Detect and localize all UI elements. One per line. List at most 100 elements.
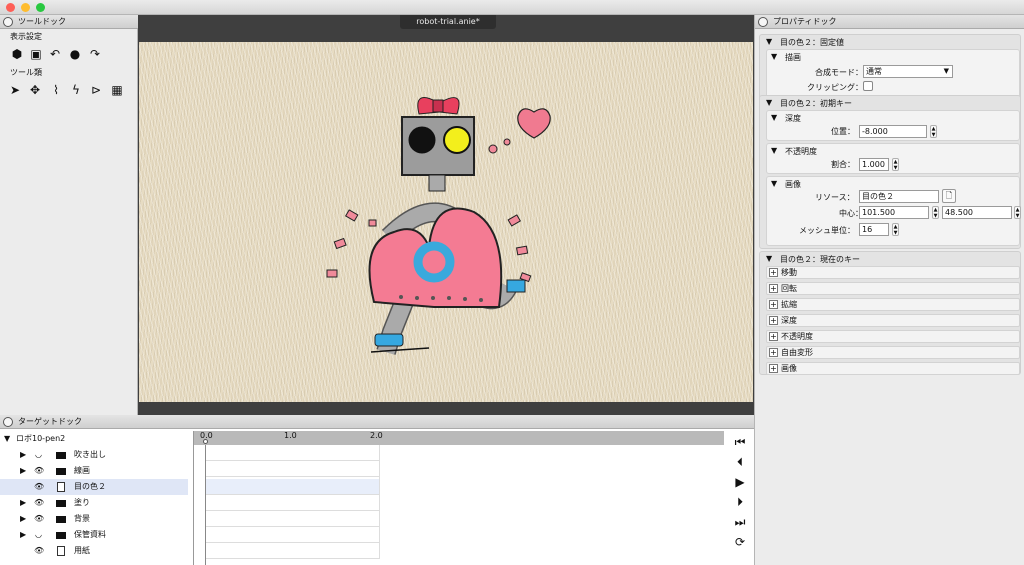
plus-icon[interactable]: + <box>769 364 778 373</box>
dock-icon[interactable] <box>758 17 768 27</box>
tree-row[interactable]: 👁 用紙 <box>0 543 188 559</box>
center-x-stepper[interactable]: ▲ ▼ <box>932 206 939 219</box>
timeline-track[interactable] <box>206 495 380 511</box>
timeline-track[interactable] <box>206 461 380 477</box>
resource-input[interactable]: 目の色２ <box>859 190 939 203</box>
bone-icon[interactable]: ⌇ <box>47 81 65 99</box>
center-y-input[interactable]: 48.500 <box>942 206 1012 219</box>
dock-icon[interactable] <box>3 417 13 427</box>
rotate-right-icon[interactable]: ↷ <box>86 45 104 63</box>
hidden-eye-icon[interactable]: ◡ <box>35 527 42 543</box>
position-input[interactable]: -8.000 <box>859 125 927 138</box>
expand-triangle-icon[interactable]: ▶ <box>20 463 26 479</box>
target-dock-header: ターゲットドック <box>0 415 754 429</box>
document-icon[interactable]: 🗋 <box>942 189 956 203</box>
collapse-triangle-icon[interactable]: ▼ <box>766 254 772 263</box>
plus-icon[interactable]: + <box>769 300 778 309</box>
ratio-input[interactable]: 1.000 <box>859 158 889 171</box>
move-icon[interactable]: ✥ <box>26 81 44 99</box>
tree-row-selected[interactable]: 👁 目の色２ <box>0 479 188 495</box>
depth-row[interactable]: + 深度 <box>766 314 1020 327</box>
free-deform-row[interactable]: + 自由変形 <box>766 346 1020 359</box>
collapse-triangle-icon[interactable]: ▼ <box>771 52 777 61</box>
document-tab[interactable]: robot-trial.anie* <box>400 15 496 29</box>
clipping-checkbox[interactable] <box>863 81 873 91</box>
collapse-triangle-icon[interactable]: ▼ <box>766 98 772 107</box>
timeline-track[interactable] <box>206 527 380 543</box>
rotate-row[interactable]: + 回転 <box>766 282 1020 295</box>
select-arrow-icon[interactable]: ➤ <box>6 81 24 99</box>
scale-row[interactable]: + 拡縮 <box>766 298 1020 311</box>
position-stepper[interactable]: ▲ ▼ <box>930 125 937 138</box>
cube-icon[interactable]: ⬢ <box>8 45 26 63</box>
depth-section-title: 深度 <box>785 114 801 123</box>
expand-triangle-icon[interactable]: ▶ <box>20 495 26 511</box>
tree-row[interactable]: ▶ 👁 背景 <box>0 511 188 527</box>
timeline-track[interactable] <box>206 543 380 559</box>
center-y-stepper[interactable]: ▲ ▼ <box>1014 206 1021 219</box>
collapse-triangle-icon[interactable]: ▼ <box>771 146 777 155</box>
timeline-track-selected[interactable] <box>206 479 380 495</box>
mesh-icon[interactable]: ▦ <box>108 81 126 99</box>
plus-icon[interactable]: + <box>769 268 778 277</box>
loop-icon[interactable]: ⟳ <box>731 533 749 551</box>
image-row[interactable]: + 画像 <box>766 362 1020 375</box>
draw-section-title: 描画 <box>785 53 801 62</box>
plus-icon[interactable]: + <box>769 284 778 293</box>
current-key-title: 目の色２：現在のキー <box>780 255 860 264</box>
image-icon[interactable]: ▣ <box>27 45 45 63</box>
eye-icon[interactable]: 👁 <box>34 495 44 511</box>
timeline-track[interactable] <box>206 511 380 527</box>
eye-icon[interactable]: 👁 <box>34 479 44 495</box>
folder-icon <box>56 468 66 475</box>
zoom-window-button[interactable] <box>36 3 45 12</box>
close-window-button[interactable] <box>6 3 15 12</box>
timeline-track[interactable] <box>206 445 380 461</box>
move-row[interactable]: + 移動 <box>766 266 1020 279</box>
move-label: 移動 <box>781 268 797 277</box>
eye-icon[interactable]: 👁 <box>34 543 44 559</box>
rotate-left-icon[interactable]: ↶ <box>46 45 64 63</box>
step-forward-icon[interactable]: ⏵ <box>731 493 749 511</box>
timeline[interactable]: 0.0 1.0 2.0 <box>193 431 724 565</box>
opacity-section: ▼ 不透明度 割合： 1.000 ▲ ▼ <box>766 143 1020 174</box>
plus-icon[interactable]: + <box>769 348 778 357</box>
playhead-marker[interactable] <box>203 439 208 444</box>
timeline-ruler[interactable]: 0.0 1.0 2.0 <box>194 431 724 445</box>
tree-row[interactable]: ▶ ◡ 吹き出し <box>0 447 188 463</box>
mesh-unit-stepper[interactable]: ▲ ▼ <box>892 223 899 236</box>
play-icon[interactable]: ▶ <box>731 473 749 491</box>
collapse-triangle-icon[interactable]: ▼ <box>766 37 772 46</box>
collapse-triangle-icon[interactable]: ▼ <box>771 113 777 122</box>
display-settings-label: 表示設定 <box>10 32 42 41</box>
tree-root[interactable]: ▼ ロボ10-pen2 <box>0 431 188 447</box>
collapse-triangle-icon[interactable]: ▼ <box>4 431 10 447</box>
tree-row[interactable]: ▶ 👁 塗り <box>0 495 188 511</box>
plus-icon[interactable]: + <box>769 316 778 325</box>
jump-to-end-icon[interactable]: ⏭ <box>731 513 749 531</box>
eye-icon[interactable]: 👁 <box>34 463 44 479</box>
expand-triangle-icon[interactable]: ▶ <box>20 511 26 527</box>
dock-icon[interactable] <box>3 17 13 27</box>
stage-canvas[interactable] <box>139 42 753 402</box>
jump-to-start-icon[interactable]: ⏮ <box>731 433 749 451</box>
mesh-unit-input[interactable]: 16 <box>859 223 889 236</box>
blend-mode-select[interactable]: 通常 ▼ <box>863 65 953 78</box>
ratio-stepper[interactable]: ▲ ▼ <box>892 158 899 171</box>
pose-icon[interactable]: ϟ <box>67 81 85 99</box>
hidden-eye-icon[interactable]: ◡ <box>35 447 42 463</box>
step-back-icon[interactable]: ⏴ <box>731 453 749 471</box>
tree-row[interactable]: ▶ ◡ 保管資料 <box>0 527 188 543</box>
dot-icon[interactable]: ● <box>66 45 84 63</box>
expand-triangle-icon[interactable]: ▶ <box>20 447 26 463</box>
initial-key-title: 目の色２：初期キー <box>780 99 852 108</box>
tree-row[interactable]: ▶ 👁 線画 <box>0 463 188 479</box>
expand-triangle-icon[interactable]: ▶ <box>20 527 26 543</box>
center-x-input[interactable]: 101.500 <box>859 206 929 219</box>
collapse-triangle-icon[interactable]: ▼ <box>771 179 777 188</box>
bend-icon[interactable]: ⊳ <box>87 81 105 99</box>
minimize-window-button[interactable] <box>21 3 30 12</box>
opacity-row[interactable]: + 不透明度 <box>766 330 1020 343</box>
plus-icon[interactable]: + <box>769 332 778 341</box>
eye-icon[interactable]: 👁 <box>34 511 44 527</box>
